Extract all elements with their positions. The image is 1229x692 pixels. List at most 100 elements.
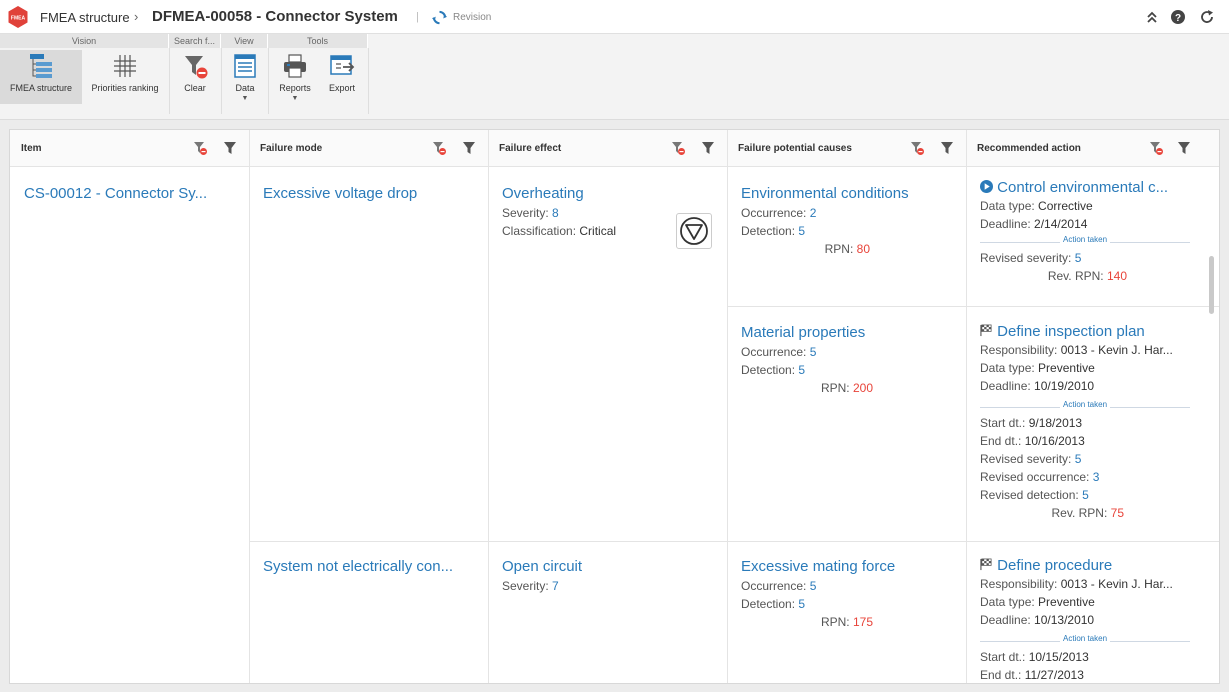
svg-text:?: ? xyxy=(1175,13,1181,24)
ribbon-separator xyxy=(268,48,269,114)
filter-icon[interactable] xyxy=(1176,140,1192,156)
reports-dropdown-caret-icon: ▼ xyxy=(291,95,299,102)
column-header-item: Item xyxy=(10,130,249,167)
refresh-icon[interactable] xyxy=(1199,9,1215,25)
column-header-recommended-action: Recommended action xyxy=(966,130,1219,167)
deadline-row: Deadline: 2/14/2014 xyxy=(980,217,1088,231)
clear-filter-icon[interactable] xyxy=(192,140,208,156)
action-cell: Define procedure Responsibility: 0013 - … xyxy=(980,557,1190,683)
action-title[interactable]: Control environmental c... xyxy=(980,179,1190,196)
cause-title[interactable]: Environmental conditions xyxy=(741,185,956,202)
revision-icon[interactable] xyxy=(432,10,447,25)
column-header-failure-effect: Failure effect xyxy=(488,130,727,167)
ribbon-group-search: Search f... xyxy=(169,34,221,48)
reports-button[interactable]: Reports ▼ xyxy=(274,50,316,112)
checkered-flag-icon xyxy=(980,558,992,571)
failure-effect-title[interactable]: Open circuit xyxy=(502,558,717,575)
item-title[interactable]: CS-00012 - Connector Sy... xyxy=(24,185,239,202)
ribbon-separator xyxy=(169,48,170,114)
grid-icon xyxy=(114,55,136,77)
clear-label: Clear xyxy=(184,83,206,93)
checkered-flag-icon xyxy=(980,324,992,337)
data-type-row: Data type: Preventive xyxy=(980,595,1095,609)
action-cell: Define inspection plan Responsibility: 0… xyxy=(980,323,1190,522)
column-divider xyxy=(727,130,728,683)
cause-cell: Environmental conditions Occurrence: 2 D… xyxy=(741,185,956,258)
detection-row: Detection: 5 xyxy=(741,597,806,611)
reports-label: Reports xyxy=(279,83,311,93)
priorities-ranking-button[interactable]: Priorities ranking xyxy=(84,50,166,104)
action-title[interactable]: Define inspection plan xyxy=(980,323,1190,340)
fmea-structure-button[interactable]: FMEA structure xyxy=(0,50,82,104)
clear-filter-icon[interactable] xyxy=(670,140,686,156)
filter-icon[interactable] xyxy=(222,140,238,156)
title-bar: FMEA FMEA structure › DFMEA-00058 - Conn… xyxy=(0,0,1229,34)
export-label: Export xyxy=(328,83,355,93)
rpn-row: RPN: 200 xyxy=(820,381,873,395)
filter-icon[interactable] xyxy=(700,140,716,156)
action-title[interactable]: Define procedure xyxy=(980,557,1190,574)
printer-icon xyxy=(284,54,306,78)
help-icon[interactable]: ? xyxy=(1170,9,1186,25)
cause-title[interactable]: Material properties xyxy=(741,324,956,341)
filter-icon[interactable] xyxy=(461,140,477,156)
column-header-causes: Failure potential causes xyxy=(727,130,966,167)
ribbon-group-view: View xyxy=(221,34,268,48)
action-taken-divider: Action taken xyxy=(980,400,1190,414)
data-view-button[interactable]: Data ▼ xyxy=(224,50,266,112)
collapse-icon[interactable] xyxy=(1144,9,1160,25)
fmea-structure-label: FMEA structure xyxy=(9,83,72,93)
clear-filter-icon[interactable] xyxy=(431,140,447,156)
start-date-row: Start dt.: 9/18/2013 xyxy=(980,416,1083,430)
data-list-icon xyxy=(234,54,256,78)
grid-scrollbar[interactable] xyxy=(1209,256,1214,314)
cause-title[interactable]: Excessive mating force xyxy=(741,558,956,575)
tree-structure-icon xyxy=(30,54,52,78)
column-header-label: Item xyxy=(21,143,42,154)
data-label: Data xyxy=(235,83,255,93)
deadline-row: Deadline: 10/19/2010 xyxy=(980,379,1095,393)
end-date-row: End dt.: 11/27/2013 xyxy=(980,668,1084,682)
failure-mode-title[interactable]: System not electrically con... xyxy=(263,558,478,575)
occurrence-row: Occurrence: 5 xyxy=(741,579,817,593)
play-circle-icon xyxy=(980,180,993,193)
clear-filter-icon xyxy=(185,56,208,79)
clear-filter-button[interactable]: Clear xyxy=(172,50,218,104)
title-divider: | xyxy=(416,11,419,23)
revised-severity-row: Revised severity: 5 xyxy=(980,251,1082,265)
critical-classification-icon xyxy=(676,213,712,249)
export-button[interactable]: Export xyxy=(322,50,362,104)
ribbon-group-vision: Vision xyxy=(0,34,169,48)
column-header-label: Failure potential causes xyxy=(738,143,852,154)
data-dropdown-caret-icon: ▼ xyxy=(241,95,249,102)
column-divider xyxy=(249,130,250,683)
breadcrumb-separator-icon: › xyxy=(134,9,139,24)
export-icon xyxy=(330,55,355,75)
column-divider xyxy=(488,130,489,683)
failure-mode-title[interactable]: Excessive voltage drop xyxy=(263,185,478,202)
ribbon-separator xyxy=(368,48,369,114)
ribbon-group-tools: Tools xyxy=(268,34,368,48)
responsibility-row: Responsibility: 0013 - Kevin J. Har... xyxy=(980,577,1173,591)
clear-filter-icon[interactable] xyxy=(909,140,925,156)
action-taken-divider: Action taken xyxy=(980,634,1190,648)
detection-row: Detection: 5 xyxy=(741,363,806,377)
breadcrumb-fmea-structure[interactable]: FMEA structure xyxy=(40,10,130,25)
rpn-row: RPN: 80 xyxy=(824,242,870,256)
severity-row: Severity: 7 xyxy=(502,579,559,593)
data-type-row: Data type: Corrective xyxy=(980,199,1093,213)
fmea-logo: FMEA xyxy=(8,6,28,28)
revision-label[interactable]: Revision xyxy=(453,12,491,23)
item-cell: CS-00012 - Connector Sy... xyxy=(24,185,239,202)
rev-rpn-row: Rev. RPN: 75 xyxy=(1051,506,1125,520)
failure-effect-title[interactable]: Overheating xyxy=(502,185,717,202)
revised-occurrence-row: Revised occurrence: 3 xyxy=(980,470,1100,484)
clear-filter-icon[interactable] xyxy=(1148,140,1164,156)
priorities-ranking-label: Priorities ranking xyxy=(91,83,159,93)
column-header-label: Failure effect xyxy=(499,143,562,154)
end-date-row: End dt.: 10/16/2013 xyxy=(980,434,1085,448)
rpn-row: RPN: 175 xyxy=(820,615,873,629)
filter-icon[interactable] xyxy=(939,140,955,156)
revised-detection-row: Revised detection: 5 xyxy=(980,488,1089,502)
cause-cell: Material properties Occurrence: 5 Detect… xyxy=(741,324,956,397)
